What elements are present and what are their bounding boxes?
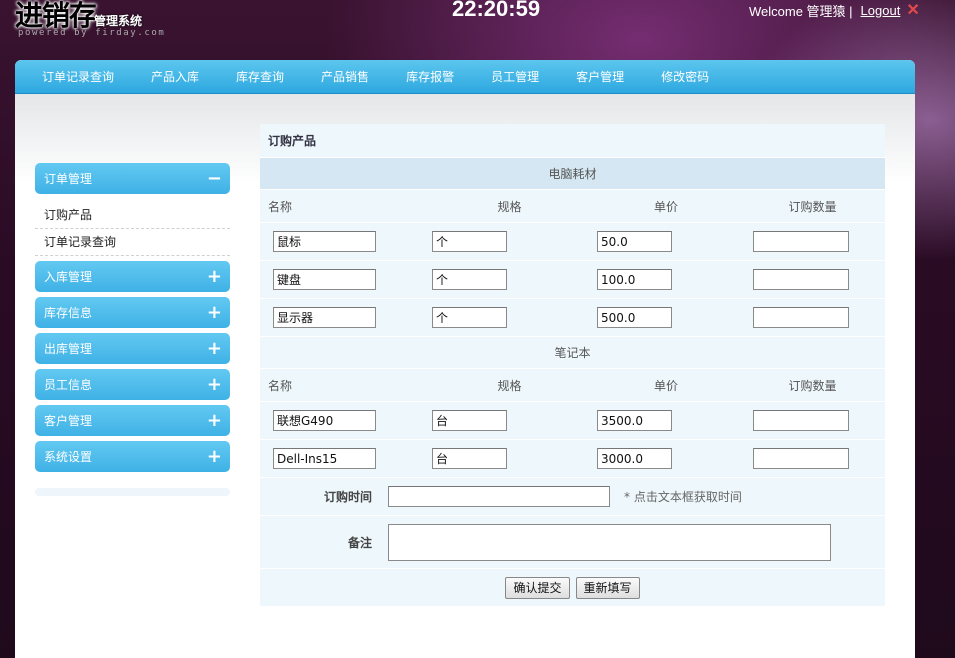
order-quantity-field[interactable]	[753, 448, 849, 469]
product-name-field[interactable]	[273, 269, 376, 290]
sidebar-section-employee-info[interactable]: 员工信息 +	[35, 369, 230, 400]
product-price-field[interactable]	[597, 410, 672, 431]
column-header-quantity: 订购数量	[788, 199, 837, 214]
note-label: 备注	[347, 535, 372, 550]
note-textarea[interactable]	[388, 523, 831, 561]
panel-title: 订购产品	[260, 124, 885, 158]
expand-icon[interactable]: +	[207, 339, 222, 358]
sidebar-section-label: 出库管理	[44, 342, 93, 356]
column-header-name: 名称	[268, 199, 293, 214]
sidebar-item-order-records[interactable]: 订单记录查询	[35, 229, 230, 256]
sidebar-section-label: 客户管理	[44, 414, 93, 428]
sidebar: 订单管理 − 订购产品 订单记录查询 入库管理 + 库存信息 + 出库管理 + …	[35, 163, 230, 496]
nav-change-password[interactable]: 修改密码	[661, 68, 709, 85]
order-time-row: 订购时间 * 点击文本框获取时间	[260, 478, 885, 516]
close-icon[interactable]: ✕	[906, 3, 919, 19]
product-price-field[interactable]	[597, 448, 672, 469]
sidebar-section-inventory-info[interactable]: 库存信息 +	[35, 297, 230, 328]
column-header-price: 单价	[653, 378, 678, 393]
sidebar-section-label: 员工信息	[44, 378, 93, 392]
category-header: 笔记本	[260, 337, 885, 369]
product-price-field[interactable]	[597, 307, 672, 328]
nav-order-records[interactable]: 订单记录查询	[42, 68, 114, 85]
column-header-quantity: 订购数量	[788, 378, 837, 393]
product-row	[260, 299, 885, 337]
product-spec-field[interactable]	[432, 410, 507, 431]
product-price-field[interactable]	[597, 231, 672, 252]
order-quantity-field[interactable]	[753, 269, 849, 290]
logo-subtitle: 管理系统	[94, 14, 143, 28]
sidebar-section-label: 系统设置	[44, 450, 93, 464]
product-spec-field[interactable]	[432, 448, 507, 469]
column-header-spec: 规格	[497, 199, 522, 214]
nav-inventory-alert[interactable]: 库存报警	[406, 68, 454, 85]
powered-by-text: powered by firday.com	[18, 28, 166, 38]
order-quantity-field[interactable]	[753, 231, 849, 252]
submit-button[interactable]: 确认提交	[505, 576, 570, 599]
nav-product-stock-in[interactable]: 产品入库	[151, 68, 199, 85]
nav-customer-management[interactable]: 客户管理	[576, 68, 624, 85]
sidebar-section-label: 入库管理	[44, 270, 93, 284]
reset-button[interactable]: 重新填写	[575, 576, 640, 599]
collapse-icon[interactable]: −	[207, 169, 222, 188]
column-header-spec: 规格	[497, 378, 522, 393]
sidebar-item-order-product[interactable]: 订购产品	[35, 202, 230, 229]
product-name-field[interactable]	[273, 231, 376, 252]
nav-inventory-query[interactable]: 库存查询	[236, 68, 284, 85]
expand-icon[interactable]: +	[207, 267, 222, 286]
product-spec-field[interactable]	[432, 231, 507, 252]
button-row: 确认提交 重新填写	[260, 569, 885, 607]
expand-icon[interactable]: +	[207, 447, 222, 466]
order-form-panel: 订购产品 电脑耗材 名称 规格 单价 订购数量 笔记本	[260, 124, 885, 607]
sidebar-section-label: 库存信息	[44, 306, 93, 320]
clock: 22:20:59	[452, 0, 541, 21]
expand-icon[interactable]: +	[207, 303, 222, 322]
column-header-row: 名称 规格 单价 订购数量	[260, 369, 885, 402]
welcome-text: Welcome 管理猿 |	[749, 4, 853, 19]
column-header-price: 单价	[653, 199, 678, 214]
sidebar-section-stock-out[interactable]: 出库管理 +	[35, 333, 230, 364]
order-quantity-field[interactable]	[753, 307, 849, 328]
product-spec-field[interactable]	[432, 269, 507, 290]
top-nav: 订单记录查询 产品入库 库存查询 产品销售 库存报警 员工管理 客户管理 修改密…	[15, 60, 915, 94]
product-spec-field[interactable]	[432, 307, 507, 328]
sidebar-submenu: 订购产品 订单记录查询	[35, 202, 230, 256]
logout-link[interactable]: Logout	[861, 3, 901, 18]
nav-product-sales[interactable]: 产品销售	[321, 68, 369, 85]
product-row	[260, 402, 885, 440]
expand-icon[interactable]: +	[207, 375, 222, 394]
product-name-field[interactable]	[273, 307, 376, 328]
sidebar-section-customer-management[interactable]: 客户管理 +	[35, 405, 230, 436]
sidebar-section-system-settings[interactable]: 系统设置 +	[35, 441, 230, 472]
sidebar-section-stock-in[interactable]: 入库管理 +	[35, 261, 230, 292]
order-time-input[interactable]	[388, 486, 610, 507]
sidebar-footer	[35, 488, 230, 496]
order-quantity-field[interactable]	[753, 410, 849, 431]
user-bar: Welcome 管理猿 | Logout ✕	[749, 1, 920, 20]
product-name-field[interactable]	[273, 448, 376, 469]
order-time-hint: * 点击文本框获取时间	[624, 490, 742, 504]
nav-employee-management[interactable]: 员工管理	[491, 68, 539, 85]
expand-icon[interactable]: +	[207, 411, 222, 430]
sidebar-section-label: 订单管理	[44, 172, 93, 186]
product-row	[260, 440, 885, 478]
column-header-row: 名称 规格 单价 订购数量	[260, 190, 885, 223]
order-time-label: 订购时间	[323, 490, 372, 504]
product-row	[260, 261, 885, 299]
product-price-field[interactable]	[597, 269, 672, 290]
product-name-field[interactable]	[273, 410, 376, 431]
main-frame: 订单记录查询 产品入库 库存查询 产品销售 库存报警 员工管理 客户管理 修改密…	[15, 60, 915, 658]
sidebar-section-order-management[interactable]: 订单管理 −	[35, 163, 230, 194]
note-row: 备注	[260, 516, 885, 569]
category-header: 电脑耗材	[260, 158, 885, 190]
column-header-name: 名称	[268, 378, 293, 393]
product-row	[260, 223, 885, 261]
